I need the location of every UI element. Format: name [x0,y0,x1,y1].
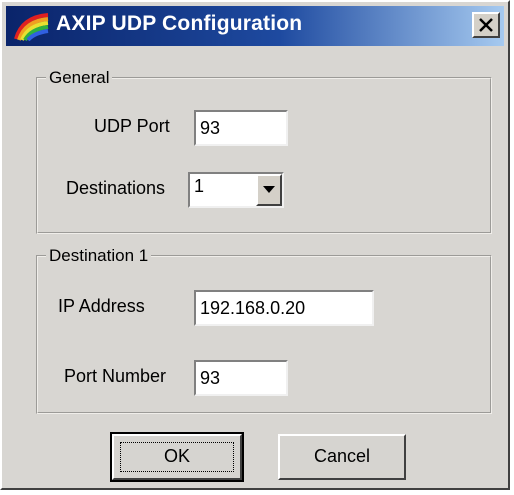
cancel-button[interactable]: Cancel [278,434,406,480]
rainbow-app-icon [14,11,50,42]
udp-port-input[interactable] [194,110,288,146]
dropdown-button[interactable] [256,174,282,206]
close-button[interactable] [472,12,500,38]
focus-rectangle [120,442,234,472]
ip-address-input[interactable] [194,290,374,326]
udp-port-label: UDP Port [94,116,170,136]
close-icon [479,18,493,32]
window-title: AXIP UDP Configuration [56,12,303,35]
port-number-input[interactable] [194,360,288,396]
ok-button[interactable]: OK [110,432,244,482]
title-bar[interactable]: AXIP UDP Configuration [6,6,504,46]
general-legend: General [49,68,110,87]
cancel-label: Cancel [313,446,371,466]
destination-legend: Destination 1 [49,246,149,265]
destinations-value: 1 [194,176,205,196]
chevron-down-icon [263,186,275,193]
port-number-label: Port Number [64,366,167,386]
destinations-label: Destinations [66,178,166,198]
general-group: General [36,68,492,234]
destinations-select[interactable]: 1 [188,172,284,208]
ip-address-label: IP Address [58,296,145,316]
dialog-window: AXIP UDP Configuration General UDP Port … [0,0,510,490]
